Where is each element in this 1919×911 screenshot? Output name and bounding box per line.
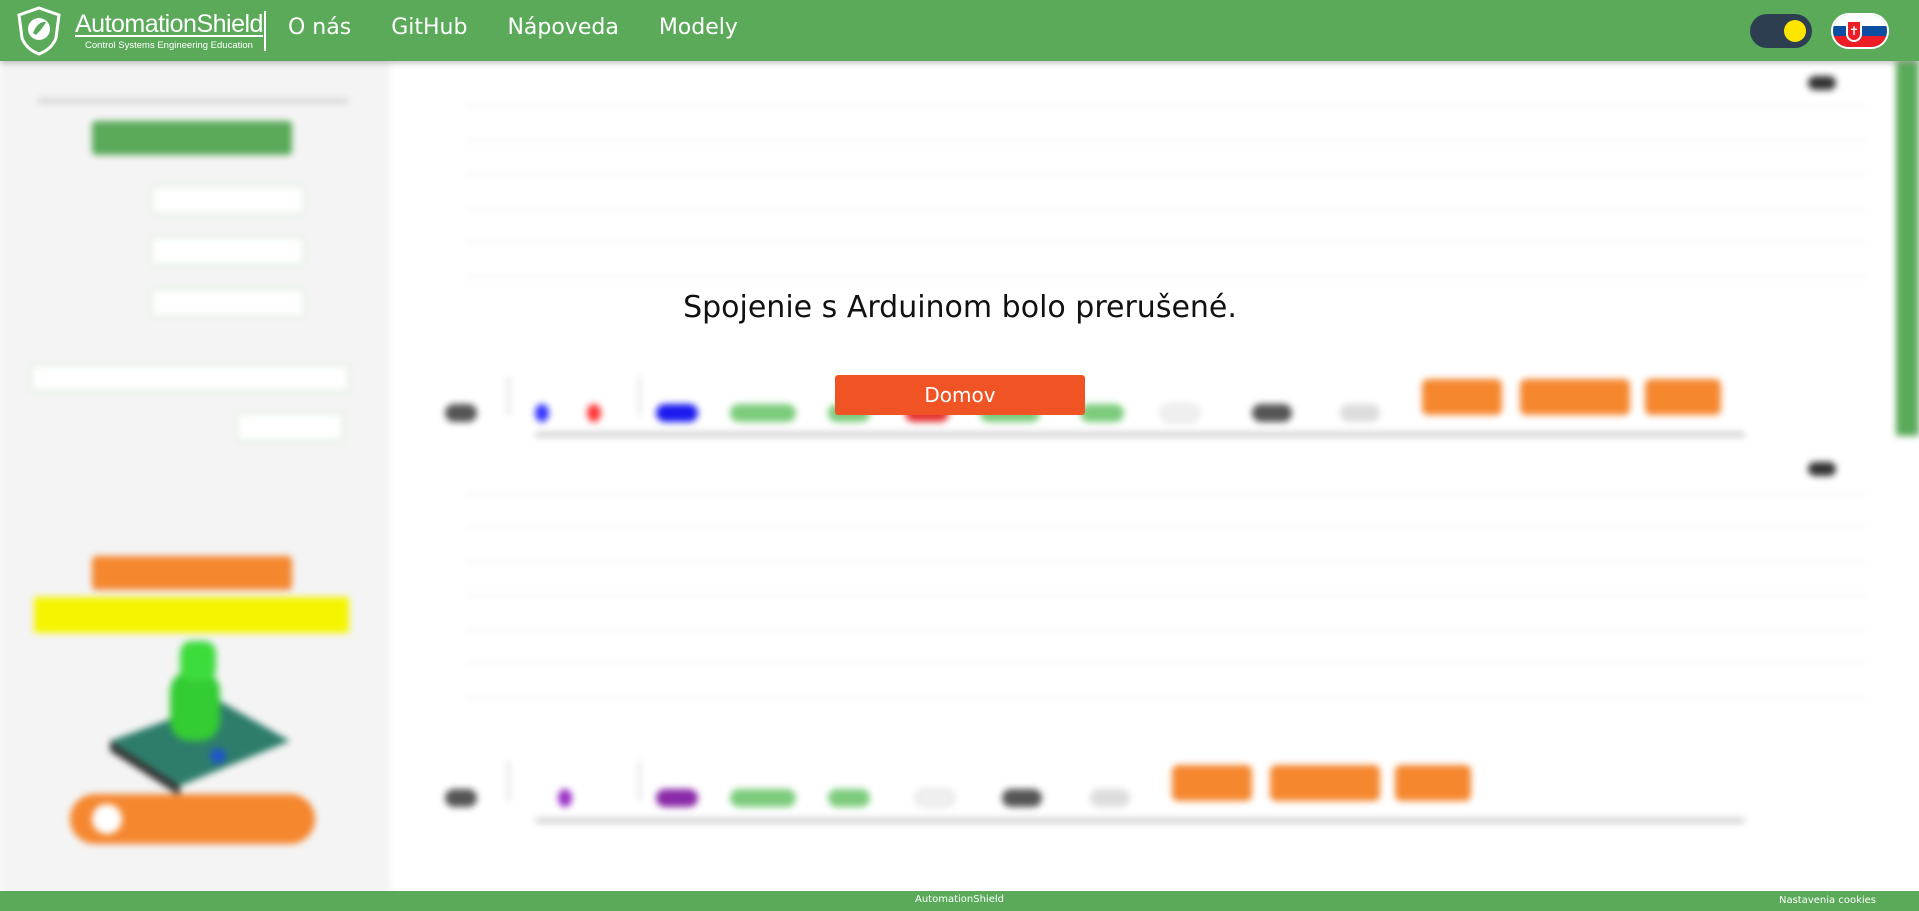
param-input (150, 236, 305, 266)
start-button (92, 556, 292, 590)
header-divider (264, 11, 266, 51)
home-button[interactable]: Domov (835, 375, 1085, 415)
cookie-settings-link[interactable]: Nastavenia cookies (1779, 895, 1876, 906)
brand-subtitle: Control Systems Engineering Education (85, 40, 253, 51)
theme-toggle[interactable] (1750, 14, 1812, 48)
charts-area (390, 61, 1900, 891)
controller-select (92, 121, 292, 155)
nav-link-modely[interactable]: Modely (659, 14, 738, 42)
footer: AutomationShield Nastavenia cookies (0, 891, 1919, 911)
github-repo-button (70, 794, 315, 844)
param-input (150, 185, 305, 215)
slovak-flag-icon[interactable]: ✝ (1831, 13, 1889, 49)
main-nav: O nás GitHub Nápoveda Modely (288, 14, 738, 42)
connection-lost-message: Spojenie s Arduinom bolo prerušené. (683, 290, 1237, 325)
blurred-background (0, 61, 1919, 891)
nav-link-napoveda[interactable]: Nápoveda (507, 14, 618, 42)
sidebar-panel (0, 61, 390, 891)
nav-link-o-nas[interactable]: O nás (288, 14, 351, 42)
brand[interactable]: AutomationShield Control Systems Enginee… (75, 10, 263, 51)
sun-icon (1784, 20, 1806, 42)
brand-name: AutomationShield (75, 10, 263, 38)
scrollbar-thumb (1896, 61, 1919, 436)
top-navbar: AutomationShield Control Systems Enginee… (0, 0, 1919, 61)
nav-link-github[interactable]: GitHub (391, 14, 467, 42)
device-image (110, 641, 290, 796)
automationshield-logo-icon[interactable] (14, 6, 64, 56)
footer-brand[interactable]: AutomationShield (0, 894, 1919, 905)
param-input (150, 288, 305, 318)
warning-box (34, 597, 349, 633)
